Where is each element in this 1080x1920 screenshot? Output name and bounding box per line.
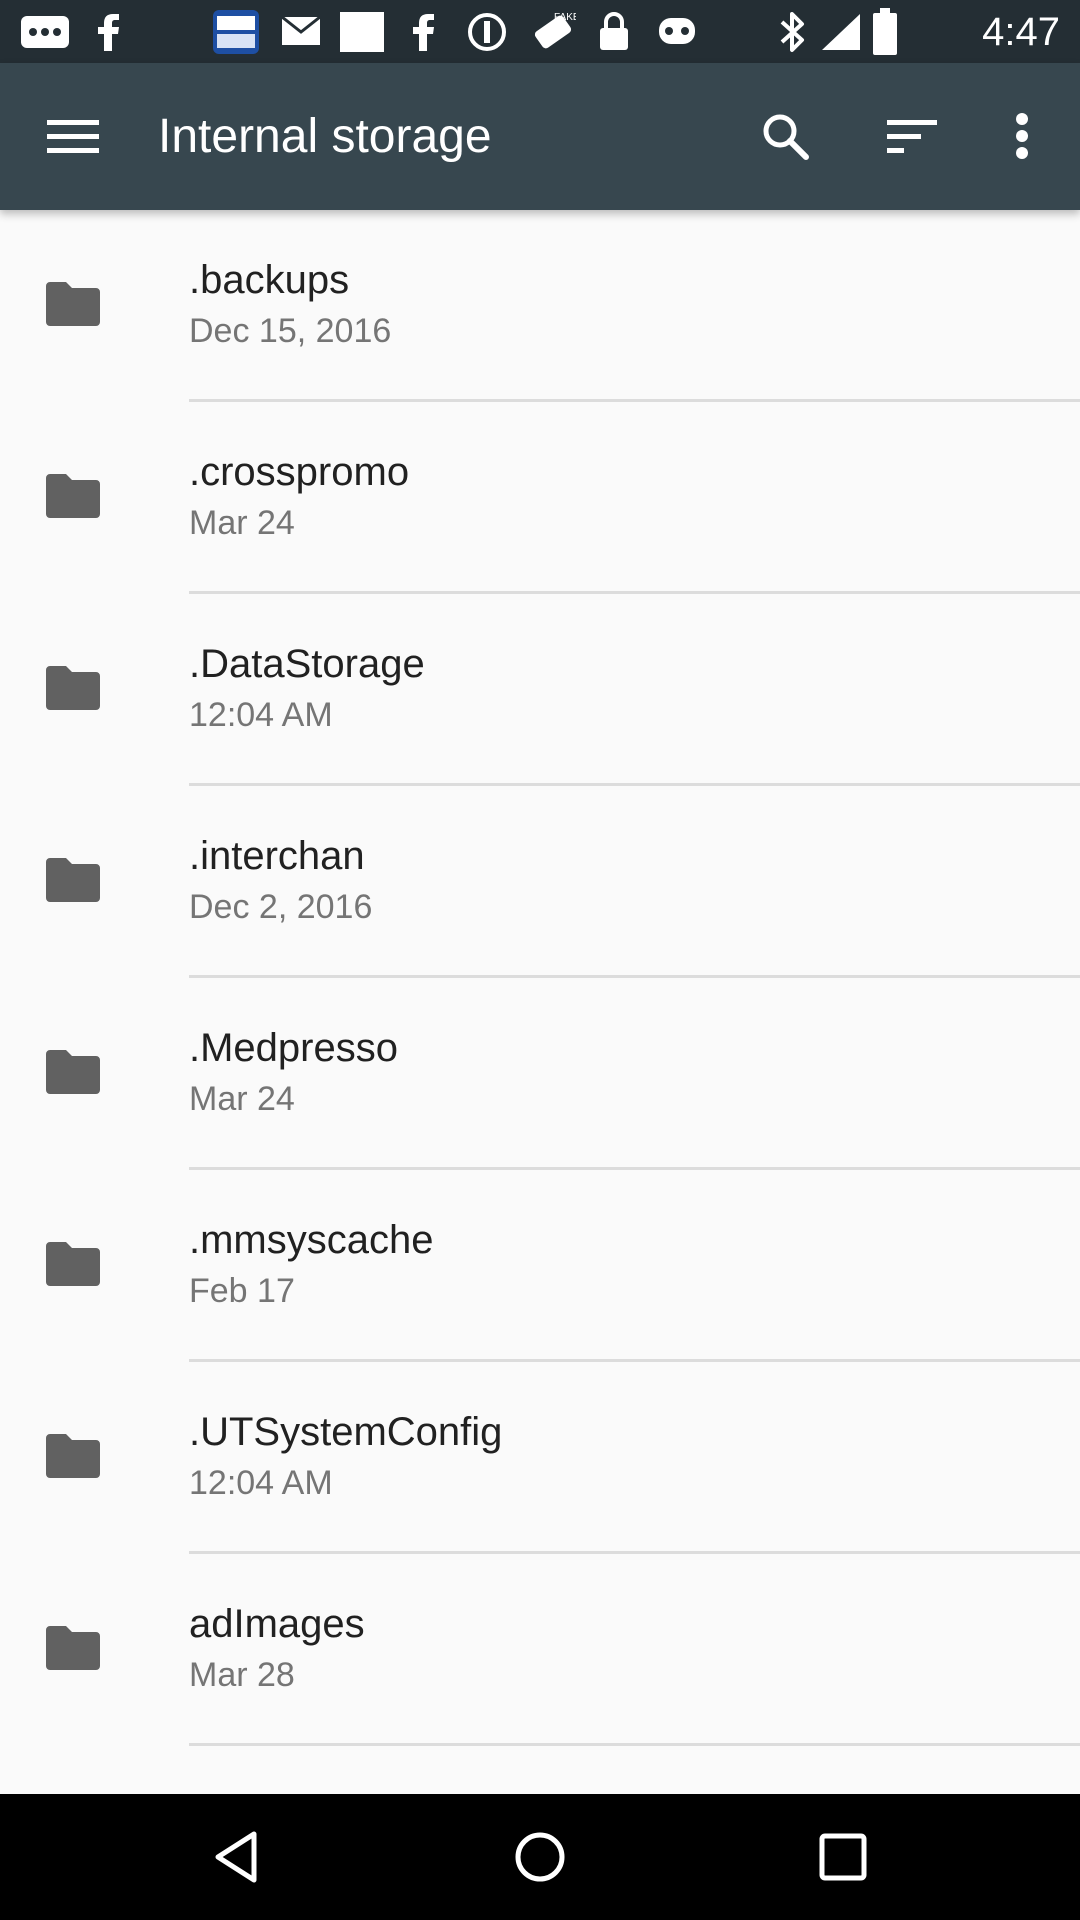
fake-gps-icon: FAKE [534, 12, 576, 49]
file-date: 12:04 AM [189, 1464, 333, 1502]
sort-button[interactable] [872, 96, 952, 176]
list-item[interactable]: adImages Mar 28 [0, 1554, 1080, 1746]
facebook-icon [413, 14, 434, 51]
folder-icon [46, 666, 100, 710]
navigation-bar [0, 1794, 1080, 1920]
file-name: .backups [189, 258, 350, 302]
file-name: .Medpresso [189, 1026, 398, 1070]
file-name: .mmsyscache [189, 1218, 434, 1262]
more-notifications-icon [21, 16, 69, 48]
app-bar: Internal storage [0, 63, 1080, 210]
file-date: Mar 24 [189, 1080, 295, 1118]
home-icon [515, 1832, 565, 1882]
file-date: Mar 28 [189, 1656, 295, 1694]
list-item[interactable]: .crosspromo Mar 24 [0, 402, 1080, 594]
recents-icon [819, 1833, 867, 1881]
back-icon [215, 1831, 257, 1883]
kbs-news-icon [213, 10, 259, 54]
file-name: .interchan [189, 834, 365, 878]
folder-icon [46, 858, 100, 902]
signal-icon [822, 14, 860, 50]
file-date: Mar 24 [189, 504, 295, 542]
back-button[interactable] [197, 1817, 277, 1897]
more-vert-icon [1016, 113, 1028, 159]
svg-text:FAKE: FAKE [554, 12, 576, 23]
dnd-icon [468, 13, 506, 51]
home-button[interactable] [500, 1817, 580, 1897]
more-options-button[interactable] [982, 96, 1062, 176]
page-title: Internal storage [158, 110, 492, 163]
file-date: Dec 2, 2016 [189, 888, 373, 926]
lock-icon [600, 12, 628, 50]
divider [189, 1743, 1080, 1746]
file-name: .crosspromo [189, 450, 410, 494]
screen: FAKE 4:47 Internal s [0, 0, 1080, 1920]
list-item[interactable]: .UTSystemConfig 12:04 AM [0, 1362, 1080, 1554]
file-date: 12:04 AM [189, 696, 333, 734]
folder-icon [46, 474, 100, 518]
menu-icon [47, 120, 99, 153]
list-item[interactable]: .backups Dec 15, 2016 [0, 210, 1080, 402]
list-item[interactable]: .Medpresso Mar 24 [0, 978, 1080, 1170]
search-icon [763, 114, 809, 160]
file-date: Feb 17 [189, 1272, 295, 1310]
email-icon [281, 16, 321, 45]
status-time: 4:47 [982, 10, 1060, 54]
file-name: .UTSystemConfig [189, 1410, 503, 1454]
menu-button[interactable] [33, 96, 113, 176]
list-item[interactable]: .DataStorage 12:04 AM [0, 594, 1080, 786]
list-item[interactable]: .interchan Dec 2, 2016 [0, 786, 1080, 978]
status-bar: FAKE 4:47 [0, 0, 1080, 63]
file-name: .DataStorage [189, 642, 425, 686]
file-date: Dec 15, 2016 [189, 312, 392, 350]
folder-icon [46, 1434, 100, 1478]
facebook-icon [98, 14, 119, 51]
file-name: adImages [189, 1602, 365, 1646]
folder-icon [46, 282, 100, 326]
battery-icon [873, 8, 897, 55]
folder-icon [46, 1626, 100, 1670]
list-item[interactable]: .mmsyscache Feb 17 [0, 1170, 1080, 1362]
game-controller-icon [659, 18, 695, 44]
folder-icon [46, 1050, 100, 1094]
folder-icon [46, 1242, 100, 1286]
sort-icon [887, 120, 937, 153]
blank-notification-icon [340, 12, 384, 52]
search-button[interactable] [745, 96, 825, 176]
recents-button[interactable] [803, 1817, 883, 1897]
bluetooth-icon [780, 12, 804, 52]
file-list: .backups Dec 15, 2016 .crosspromo Mar 24… [0, 210, 1080, 1746]
